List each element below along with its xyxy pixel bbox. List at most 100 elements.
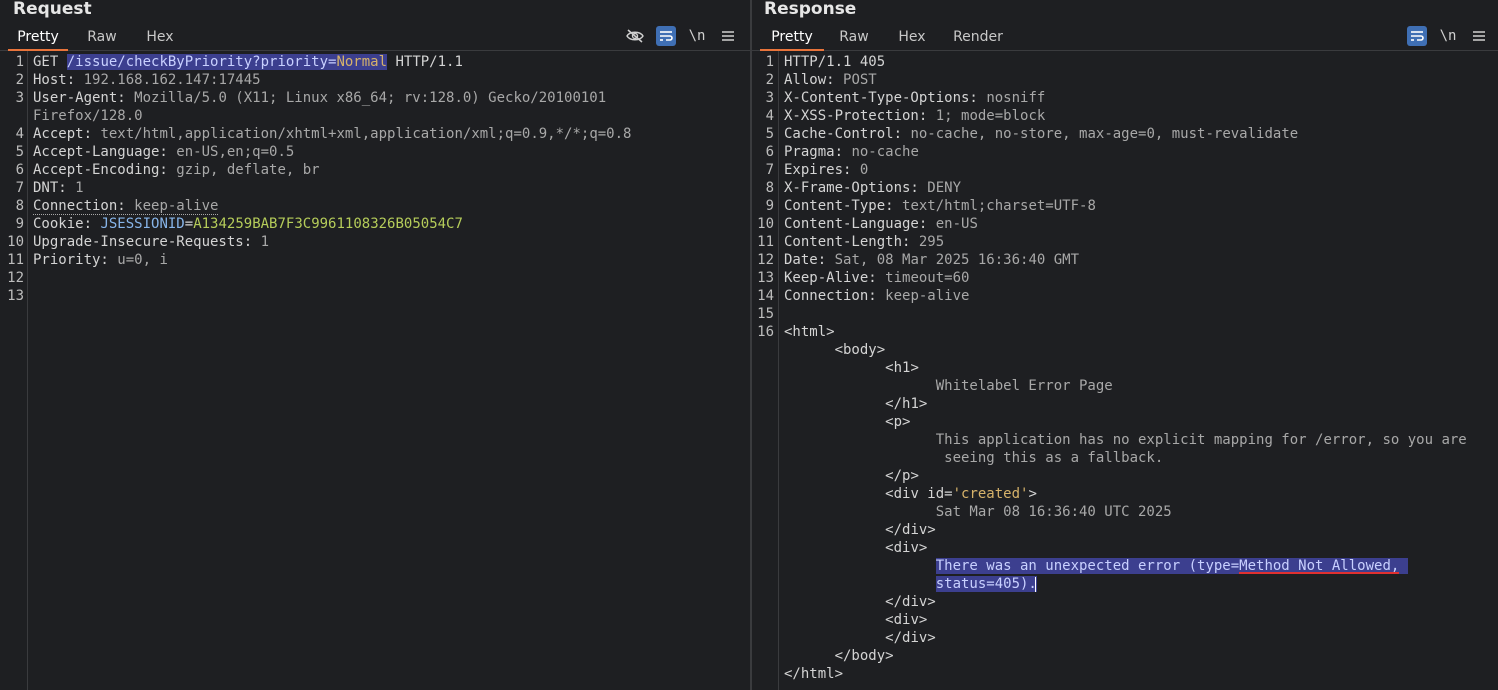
line-number: 9 <box>15 216 24 232</box>
header-line: Pragma: no-cache <box>784 144 919 160</box>
response-tabbar: Pretty Raw Hex Render <box>752 24 1498 51</box>
response-editor[interactable]: HTTP/1.1 405 Allow: POST X-Content-Type-Op… <box>784 53 1467 683</box>
html-close-tag: </html> <box>784 666 844 682</box>
response-panel: Response Pretty Raw Hex Render \n 123456… <box>752 0 1498 690</box>
header-line: Cache-Control: no-cache, no-store, max-a… <box>784 126 1299 142</box>
header-line: User-Agent: Mozilla/5.0 (X11; Linux x86_… <box>33 90 607 106</box>
div-close-line: </div> <box>885 594 936 610</box>
header-line: Allow: POST <box>784 72 877 88</box>
menu-icon[interactable] <box>718 26 738 46</box>
tab-raw[interactable]: Raw <box>832 27 876 51</box>
h1-close-line: </h1> <box>885 396 928 412</box>
created-text-line: Sat Mar 08 16:36:40 UTC 2025 <box>935 504 1172 520</box>
line-number: 12 <box>7 270 24 286</box>
line-number: 16 <box>757 324 774 340</box>
wrap-icon[interactable] <box>1407 26 1427 46</box>
selected-error-text: status=405). <box>935 576 1037 592</box>
line-number: 5 <box>15 144 24 160</box>
header-line: Connection: keep-alive <box>33 198 219 215</box>
header-line: X-XSS-Protection: 1; mode=block <box>784 108 1046 124</box>
request-panel: Request Pretty Raw Hex \n 123 4 5 6 7 8 9 10 11… <box>0 0 750 690</box>
line-number: 3 <box>15 90 24 106</box>
header-line: Keep-Alive: timeout=60 <box>784 270 970 286</box>
div-open-line: <div> <box>885 540 928 556</box>
header-line: Date: Sat, 08 Mar 2025 16:36:40 GMT <box>784 252 1080 268</box>
line-number: 13 <box>7 288 24 304</box>
line-number: 14 <box>757 288 774 304</box>
header-line: DNT: 1 <box>33 180 84 196</box>
header-line: Connection: keep-alive <box>784 288 970 304</box>
line-number: 1 <box>15 54 24 70</box>
cookie-line: Cookie: JSESSIONID=A134259BAB7F3C9961108… <box>33 216 463 232</box>
line-number: 13 <box>757 270 774 286</box>
p-text-line: This application has no explicit mapping… <box>935 432 1467 448</box>
error-text-line: There was an unexpected error (type=Meth… <box>784 557 1467 575</box>
p-close-line: </p> <box>885 468 919 484</box>
p-open-line: <p> <box>885 414 911 430</box>
tab-pretty[interactable]: Pretty <box>760 27 824 51</box>
header-line: Expires: 0 <box>784 162 869 178</box>
h1-text-line: Whitelabel Error Page <box>935 378 1113 394</box>
line-number: 2 <box>765 72 774 88</box>
line-number <box>2 107 24 125</box>
header-line: X-Content-Type-Options: nosniff <box>784 90 1046 106</box>
line-number: 4 <box>765 108 774 124</box>
line-number: 4 <box>15 126 24 142</box>
request-editor[interactable]: GET /issue/checkByPriority?priority=Norm… <box>33 53 631 305</box>
wrap-icon[interactable] <box>656 26 676 46</box>
div-close-line: </div> <box>885 630 936 646</box>
line-number: 10 <box>7 234 24 250</box>
line-number: 11 <box>7 252 24 268</box>
line-number: 7 <box>765 162 774 178</box>
header-line: Content-Language: en-US <box>784 216 978 232</box>
newline-toggle[interactable]: \n <box>1438 26 1458 46</box>
html-tag: <html> <box>784 324 835 340</box>
header-line-wrap: Firefox/128.0 <box>33 108 143 124</box>
response-title: Response <box>764 0 857 19</box>
tab-render[interactable]: Render <box>948 27 1008 51</box>
line-number: 5 <box>765 126 774 142</box>
request-title: Request <box>13 0 92 19</box>
p-text-line: seeing this as a fallback. <box>935 450 1164 466</box>
response-line-numbers: 1 2 3 4 5 6 7 8 9 10 11 12 13 14 15 16 <box>754 53 774 341</box>
header-line: Priority: u=0, i <box>33 252 168 268</box>
line-number: 11 <box>757 234 774 250</box>
line-number: 8 <box>765 180 774 196</box>
line-number: 9 <box>765 198 774 214</box>
tab-pretty[interactable]: Pretty <box>8 27 68 51</box>
text-caret <box>1034 576 1036 592</box>
request-line-numbers: 123 4 5 6 7 8 9 10 11 12 13 <box>2 53 24 305</box>
line-number: 1 <box>765 54 774 70</box>
header-line: Content-Length: 295 <box>784 234 945 250</box>
header-line: Content-Type: text/html;charset=UTF-8 <box>784 198 1096 214</box>
selected-error-text: There was an unexpected error (type=Meth… <box>935 558 1408 574</box>
newline-toggle[interactable]: \n <box>687 26 707 46</box>
line-number: 12 <box>757 252 774 268</box>
red-underline-annotation: Method Not Allowed, <box>1239 558 1400 574</box>
line-number: 2 <box>15 72 24 88</box>
tab-hex[interactable]: Hex <box>890 27 934 51</box>
line-number: 10 <box>757 216 774 232</box>
header-line: Accept-Encoding: gzip, deflate, br <box>33 162 320 178</box>
request-line: GET /issue/checkByPriority?priority=Norm… <box>33 54 463 70</box>
body-close-line: </body> <box>834 648 894 664</box>
status-line: HTTP/1.1 405 <box>784 54 886 70</box>
div-open-line: <div> <box>885 612 928 628</box>
line-number: 7 <box>15 180 24 196</box>
header-line: Upgrade-Insecure-Requests: 1 <box>33 234 270 250</box>
line-number: 15 <box>757 306 774 322</box>
line-number: 6 <box>765 144 774 160</box>
header-line: X-Frame-Options: DENY <box>784 180 962 196</box>
div-close-line: </div> <box>885 522 936 538</box>
hide-icon[interactable] <box>625 26 645 46</box>
menu-icon[interactable] <box>1469 26 1489 46</box>
tab-hex[interactable]: Hex <box>138 27 182 51</box>
tab-raw[interactable]: Raw <box>80 27 124 51</box>
error-text-line: status=405). <box>784 575 1467 593</box>
line-number: 8 <box>15 198 24 214</box>
header-line: Host: 192.168.162.147:17445 <box>33 72 261 88</box>
body-open-line: <body> <box>834 342 886 358</box>
h1-open-line: <h1> <box>885 360 919 376</box>
div-created-line: <div id='created'> <box>885 486 1037 502</box>
line-number: 6 <box>15 162 24 178</box>
